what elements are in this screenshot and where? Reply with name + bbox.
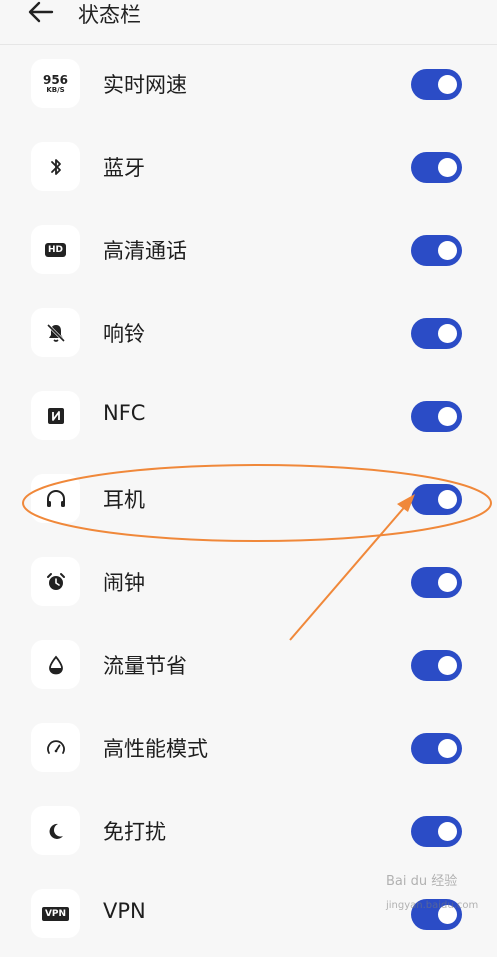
nfc-icon [31, 391, 80, 440]
setting-label-high-performance: 高性能模式 [103, 737, 208, 761]
setting-row-bluetooth[interactable]: 蓝牙 [0, 127, 497, 210]
toggle-knob [438, 490, 457, 509]
setting-row-ringer[interactable]: 响铃 [0, 293, 497, 376]
toggle-hd-call[interactable] [411, 235, 462, 266]
toggle-data-saver[interactable] [411, 650, 462, 681]
setting-row-alarm[interactable]: 闹钟 [0, 542, 497, 625]
toggle-knob [438, 573, 457, 592]
setting-label-nfc: NFC [103, 401, 146, 425]
page-title: 状态栏 [78, 3, 141, 27]
moon-icon [31, 806, 80, 855]
setting-label-bluetooth: 蓝牙 [103, 156, 145, 180]
bell-off-icon [31, 308, 80, 357]
toggle-alarm[interactable] [411, 567, 462, 598]
toggle-knob [438, 241, 457, 260]
arrow-left-icon[interactable] [26, 0, 56, 26]
toggle-knob [438, 407, 457, 426]
toggle-ringer[interactable] [411, 318, 462, 349]
speed-number: 956 [42, 72, 69, 87]
toggle-high-performance[interactable] [411, 733, 462, 764]
hd-icon: HD [31, 225, 80, 274]
vpn-icon: VPN [31, 889, 80, 938]
toggle-do-not-disturb[interactable] [411, 816, 462, 847]
network-speed-icon: 956 KB/S [31, 59, 80, 108]
watermark-logo: Bai du 经验 [386, 874, 458, 889]
setting-row-nfc[interactable]: NFC [0, 376, 497, 459]
setting-label-headphones: 耳机 [103, 488, 145, 512]
toggle-knob [438, 324, 457, 343]
toggle-headphones[interactable] [411, 484, 462, 515]
toggle-knob [438, 158, 457, 177]
toggle-knob [438, 822, 457, 841]
toggle-bluetooth[interactable] [411, 152, 462, 183]
toggle-knob [438, 75, 457, 94]
setting-label-data-saver: 流量节省 [103, 654, 187, 678]
headphones-icon [31, 474, 80, 523]
toggle-nfc[interactable] [411, 401, 462, 432]
setting-row-realtime-speed[interactable]: 956 KB/S 实时网速 [0, 44, 497, 127]
setting-label-alarm: 闹钟 [103, 571, 145, 595]
hd-badge-text: HD [44, 242, 66, 257]
setting-label-ringer: 响铃 [103, 322, 145, 346]
setting-label-do-not-disturb: 免打扰 [103, 820, 166, 844]
setting-label-hd-call: 高清通话 [103, 239, 187, 263]
toggle-knob [438, 739, 457, 758]
alarm-clock-icon [31, 557, 80, 606]
toggle-realtime-speed[interactable] [411, 69, 462, 100]
speed-unit: KB/S [46, 85, 65, 94]
setting-label-vpn: VPN [103, 899, 146, 923]
speedometer-icon [31, 723, 80, 772]
setting-row-data-saver[interactable]: 流量节省 [0, 625, 497, 708]
app-header: 状态栏 [0, 0, 497, 45]
toggle-knob [438, 656, 457, 675]
vpn-badge-text: VPN [41, 906, 70, 921]
setting-row-hd-call[interactable]: HD 高清通话 [0, 210, 497, 293]
setting-label-realtime-speed: 实时网速 [103, 73, 187, 97]
setting-row-headphones[interactable]: 耳机 [0, 459, 497, 542]
setting-row-do-not-disturb[interactable]: 免打扰 [0, 791, 497, 874]
bluetooth-icon [31, 142, 80, 191]
water-drop-icon [31, 640, 80, 689]
setting-row-high-performance[interactable]: 高性能模式 [0, 708, 497, 791]
watermark-url: jingyan.baidu.com [386, 900, 479, 911]
